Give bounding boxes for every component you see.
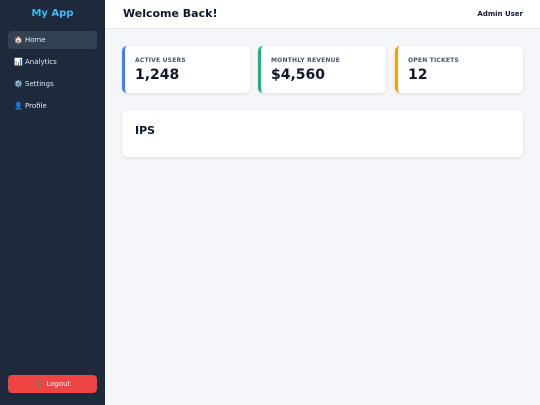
panel-title: IPS [135,124,156,137]
stat-card-monthly-revenue: MONTHLY REVENUE $4,560 [258,46,386,93]
user-name[interactable]: Admin User [477,10,523,18]
page-title: Welcome Back! [123,7,218,20]
stat-card-open-tickets: OPEN TICKETS 12 [395,46,523,93]
stat-label: MONTHLY REVENUE [271,57,340,64]
sidebar-nav: 🏠 Home 📊 Analytics ⚙️ Settings 👤 Profile [8,31,97,119]
sidebar: My App 🏠 Home 📊 Analytics ⚙️ Settings 👤 … [0,0,105,405]
sidebar-item-label: Profile [25,102,47,110]
sidebar-item-label: Analytics [25,58,57,66]
sidebar-item-label: Home [25,36,46,44]
sidebar-item-label: Settings [25,80,54,88]
door-icon: 🚪 [34,380,44,388]
ips-panel: IPS [122,110,523,157]
logout-label: Logout [46,380,71,388]
top-bar: Welcome Back! Admin User [105,0,540,29]
app-title: My App [31,8,74,19]
home-icon: 🏠 [14,36,23,44]
chart-icon: 📊 [14,58,23,66]
stat-value: $4,560 [271,67,326,83]
sidebar-item-analytics[interactable]: 📊 Analytics [8,53,97,71]
stat-label: ACTIVE USERS [135,57,186,64]
gear-icon: ⚙️ [14,80,23,88]
logout-button[interactable]: 🚪 Logout [8,375,97,393]
sidebar-item-settings[interactable]: ⚙️ Settings [8,75,97,93]
user-icon: 👤 [14,102,23,110]
sidebar-item-home[interactable]: 🏠 Home [8,31,97,49]
sidebar-item-profile[interactable]: 👤 Profile [8,97,97,115]
stat-label: OPEN TICKETS [408,57,459,64]
stat-card-active-users: ACTIVE USERS 1,248 [122,46,250,93]
stat-value: 12 [408,67,428,83]
stat-value: 1,248 [135,67,180,83]
